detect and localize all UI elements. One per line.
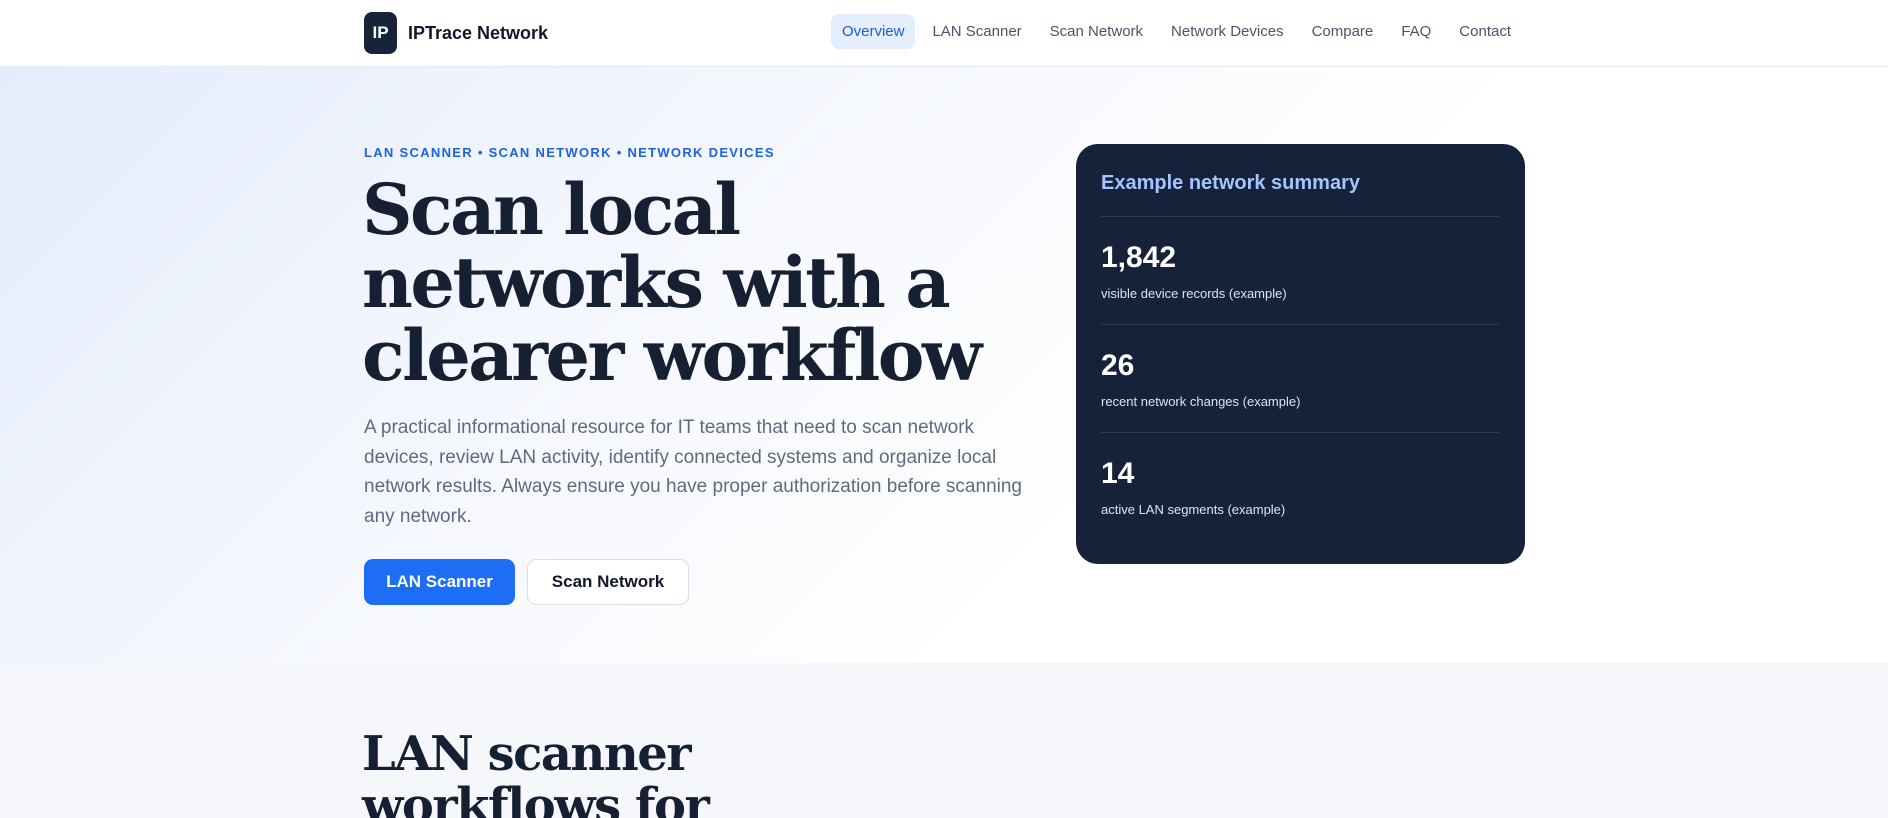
summary-stat: 1,842 visible device records (example) [1101, 216, 1499, 301]
nav-item-overview[interactable]: Overview [830, 14, 916, 49]
stat-label: active LAN segments (example) [1101, 502, 1286, 517]
hero-description: A practical informational resource for I… [364, 417, 1022, 527]
nav-item-faq[interactable]: FAQ [1390, 14, 1442, 49]
lan-scanner-button[interactable]: LAN Scanner [364, 559, 515, 605]
scan-network-button[interactable]: Scan Network [527, 559, 689, 605]
nav-item-lan-scanner[interactable]: LAN Scanner [921, 14, 1032, 49]
hero-title: Scan local networks with a clearer workf… [362, 168, 982, 397]
nav-item-compare[interactable]: Compare [1301, 14, 1385, 49]
summary-card-title: Example network summary [1101, 172, 1360, 194]
summary-stat: 14 active LAN segments (example) [1101, 432, 1499, 517]
brand[interactable]: IP IPTrace Network [364, 12, 548, 54]
nav-item-network-devices[interactable]: Network Devices [1160, 14, 1295, 49]
summary-stat: 26 recent network changes (example) [1101, 324, 1499, 409]
stat-value: 14 [1101, 457, 1135, 490]
hero-section: LAN SCANNER • SCAN NETWORK • NETWORK DEV… [0, 67, 1888, 663]
nav-item-scan-network[interactable]: Scan Network [1039, 14, 1154, 49]
section-title: LAN scanner workflows for [362, 726, 710, 818]
top-navigation-bar: IP IPTrace Network Overview LAN Scanner … [0, 0, 1888, 67]
workflows-section: LAN scanner workflows for [0, 663, 1888, 818]
stat-label: recent network changes (example) [1101, 394, 1301, 409]
stat-value: 26 [1101, 349, 1135, 382]
brand-logo[interactable]: IP [364, 12, 397, 54]
stat-label: visible device records (example) [1101, 286, 1287, 301]
nav-item-contact[interactable]: Contact [1448, 14, 1522, 49]
stat-value: 1,842 [1101, 241, 1177, 274]
main-nav: Overview LAN Scanner Scan Network Networ… [825, 14, 1522, 49]
network-summary-card: Example network summary 1,842 visible de… [1076, 144, 1525, 564]
hero-eyebrow: LAN SCANNER • SCAN NETWORK • NETWORK DEV… [364, 145, 775, 160]
brand-name[interactable]: IPTrace Network [408, 23, 548, 44]
